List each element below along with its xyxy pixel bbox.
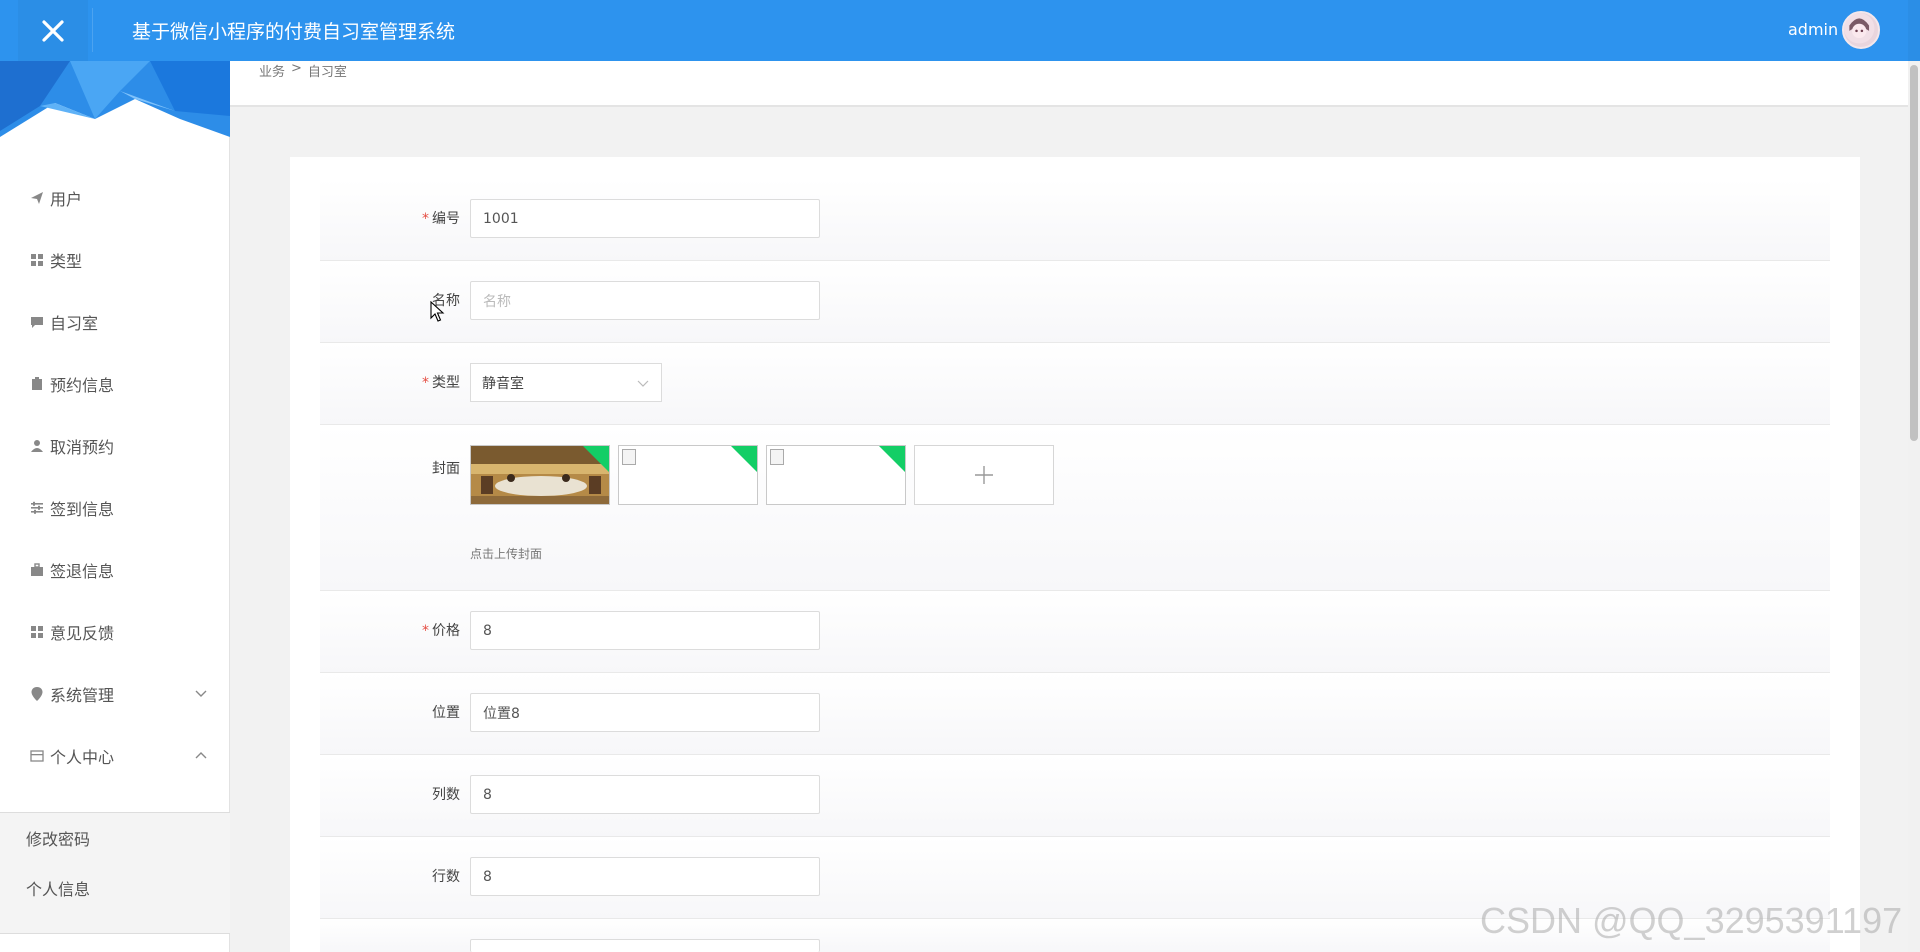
breadcrumb-bar: 业务 > 自习室 — [230, 61, 1908, 107]
avatar[interactable] — [1842, 11, 1880, 49]
user-icon — [29, 438, 45, 454]
next-input[interactable] — [470, 939, 820, 952]
page-scrollbar[interactable] — [1908, 61, 1920, 952]
grid-icon — [29, 252, 45, 268]
sidebar-item-cancel-reservation[interactable]: 取消预约 — [0, 415, 230, 477]
broken-image-icon — [770, 449, 784, 465]
form-row-columns: 列数 8 — [320, 755, 1830, 837]
close-icon — [42, 19, 64, 42]
sidebar-item-label: 签退信息 — [50, 562, 115, 581]
sidebar-item-label: 个人中心 — [50, 748, 115, 767]
cover-image-2[interactable] — [618, 445, 758, 505]
cover-image-3[interactable] — [766, 445, 906, 505]
cover-image-1[interactable] — [470, 445, 610, 505]
sidebar-item-label: 类型 — [50, 252, 83, 271]
sidebar-item-types[interactable]: 类型 — [0, 229, 230, 291]
form-card: * 编号 1001 名称 名称 * 类型 静音室 封面 点击上传封面 * 价格 … — [290, 157, 1860, 952]
required-mark: * — [422, 375, 429, 391]
sidebar-item-checkin[interactable]: 签到信息 — [0, 477, 230, 539]
rows-label: 行数 — [432, 869, 460, 885]
form-row-cover: 封面 点击上传封面 — [320, 425, 1830, 591]
briefcase-icon — [29, 562, 45, 578]
number-input[interactable]: 1001 — [470, 199, 820, 238]
user-name[interactable]: admin — [1788, 20, 1838, 39]
pin-icon — [29, 686, 45, 702]
upload-success-badge — [731, 446, 757, 472]
broken-image-icon — [622, 449, 636, 465]
sidebar-subitem-change-password[interactable]: 修改密码 — [0, 813, 230, 863]
sidebar-item-checkout[interactable]: 签退信息 — [0, 539, 230, 601]
app-title: 基于微信小程序的付费自习室管理系统 — [132, 21, 456, 43]
upload-success-badge — [583, 446, 609, 472]
sidebar-item-personal-center[interactable]: 个人中心 — [0, 725, 230, 787]
main-content: * 编号 1001 名称 名称 * 类型 静音室 封面 点击上传封面 * 价格 … — [230, 107, 1908, 952]
location-input[interactable]: 位置8 — [470, 693, 820, 732]
sidebar-item-label: 签到信息 — [50, 500, 115, 519]
form-row-type: * 类型 静音室 — [320, 343, 1830, 425]
required-mark: * — [422, 623, 429, 639]
sidebar-item-label: 用户 — [50, 190, 83, 209]
type-select[interactable]: 静音室 — [470, 363, 662, 402]
form-row-location: 位置 位置8 — [320, 673, 1830, 755]
type-select-value: 静音室 — [482, 375, 524, 392]
personal-center-submenu: 修改密码 个人信息 — [0, 812, 230, 934]
sidebar-subitem-profile[interactable]: 个人信息 — [0, 863, 230, 913]
breadcrumb-separator: > — [291, 61, 302, 76]
header-divider — [92, 8, 93, 52]
top-header: 基于微信小程序的付费自习室管理系统 admin — [0, 0, 1920, 61]
chat-icon — [29, 314, 45, 330]
sidebar-item-label: 预约信息 — [50, 376, 115, 395]
card-icon — [29, 748, 45, 764]
breadcrumb-parent[interactable]: 业务 — [259, 61, 285, 80]
columns-input[interactable]: 8 — [470, 775, 820, 814]
breadcrumb: 业务 > 自习室 — [259, 61, 347, 80]
sidebar-item-feedback[interactable]: 意见反馈 — [0, 601, 230, 663]
form-row-name: 名称 名称 — [320, 261, 1830, 343]
sidebar-item-label: 取消预约 — [50, 438, 115, 457]
sidebar-item-label: 自习室 — [50, 314, 99, 333]
sidebar-menu: 用户 类型 自习室 预约信息 取消预约 签到信息 签退信息 意见反馈 系统管理 … — [0, 167, 230, 787]
price-label: * 价格 — [422, 623, 460, 639]
mouse-cursor-icon — [430, 301, 445, 322]
columns-label: 列数 — [432, 787, 460, 803]
type-label: * 类型 — [422, 375, 460, 391]
chevron-down-icon — [637, 380, 649, 387]
header-scroll-gutter — [1908, 0, 1920, 61]
scrollbar-thumb[interactable] — [1910, 65, 1918, 441]
cover-upload-hint: 点击上传封面 — [470, 547, 543, 561]
rows-input[interactable]: 8 — [470, 857, 820, 896]
upload-success-badge — [879, 446, 905, 472]
breadcrumb-current: 自习室 — [307, 65, 347, 80]
cover-label: 封面 — [432, 461, 460, 477]
sidebar-item-label: 意见反馈 — [50, 624, 115, 643]
plus-icon — [975, 466, 993, 484]
send-icon — [29, 190, 45, 206]
form-row-price: * 价格 8 — [320, 591, 1830, 673]
sidebar-banner — [0, 61, 230, 137]
chevron-down-icon — [195, 690, 207, 697]
location-label: 位置 — [432, 705, 460, 721]
sliders-icon — [29, 500, 45, 516]
name-input[interactable]: 名称 — [470, 281, 820, 320]
sidebar-item-users[interactable]: 用户 — [0, 167, 230, 229]
required-mark: * — [422, 211, 429, 227]
form-row-number: * 编号 1001 — [320, 179, 1830, 261]
watermark: CSDN @QQ_3295391197 — [1480, 900, 1903, 941]
grid-icon — [29, 624, 45, 640]
sidebar-item-label: 系统管理 — [50, 686, 115, 705]
upload-add-button[interactable] — [914, 445, 1054, 505]
sidebar-item-reservations[interactable]: 预约信息 — [0, 353, 230, 415]
number-label: * 编号 — [422, 211, 460, 227]
clipboard-icon — [29, 376, 45, 392]
close-sidebar-button[interactable] — [18, 0, 88, 61]
price-input[interactable]: 8 — [470, 611, 820, 650]
sidebar-item-system-management[interactable]: 系统管理 — [0, 663, 230, 725]
sidebar: 用户 类型 自习室 预约信息 取消预约 签到信息 签退信息 意见反馈 系统管理 … — [0, 61, 230, 952]
sidebar-item-study-rooms[interactable]: 自习室 — [0, 291, 230, 353]
chevron-up-icon — [195, 752, 207, 759]
